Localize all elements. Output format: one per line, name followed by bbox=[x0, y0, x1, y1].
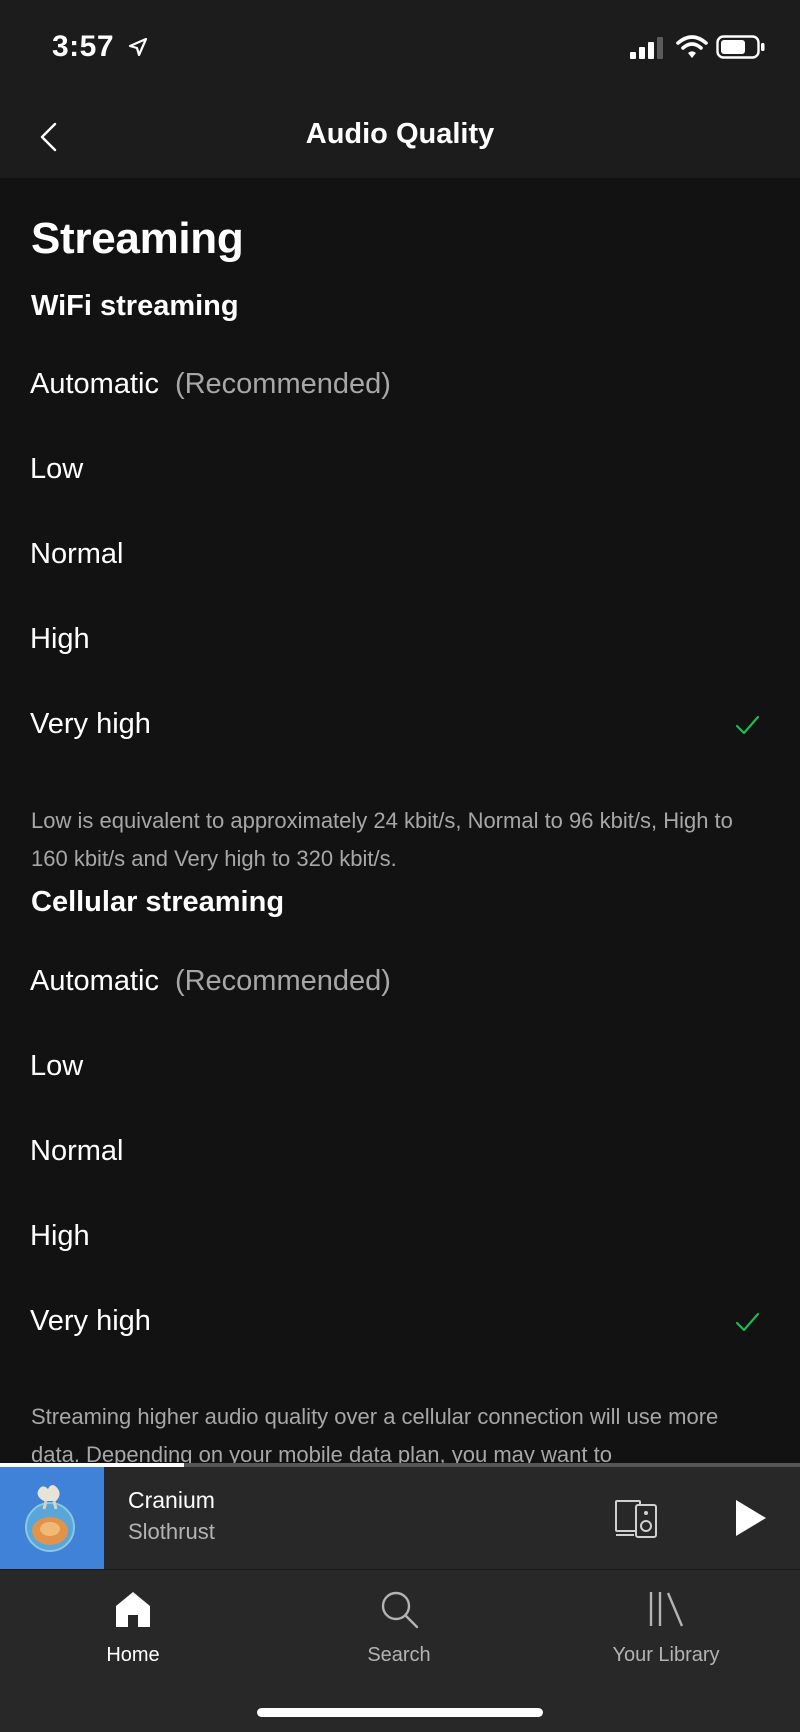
track-artist: Slothrust bbox=[128, 1519, 215, 1544]
devices-icon[interactable] bbox=[614, 1495, 662, 1541]
option-label: Low bbox=[30, 453, 84, 485]
option-label: Normal bbox=[30, 1135, 124, 1167]
library-icon bbox=[649, 1592, 684, 1627]
checkmark-icon bbox=[735, 715, 760, 735]
album-art bbox=[0, 1467, 104, 1569]
wifi-option-low[interactable]: Low bbox=[0, 431, 800, 511]
status-time: 3:57 bbox=[52, 30, 115, 63]
location-arrow-icon bbox=[128, 37, 148, 57]
home-icon bbox=[116, 1592, 150, 1627]
status-bar: 3:57 bbox=[0, 0, 800, 96]
search-icon bbox=[381, 1591, 419, 1629]
cellular-option-very-high[interactable]: Very high bbox=[0, 1283, 800, 1363]
option-label: Very high bbox=[30, 708, 151, 740]
play-icon[interactable] bbox=[726, 1495, 772, 1541]
nav-item-your-library[interactable]: Your Library bbox=[566, 1588, 766, 1678]
subsection-title-cellular: Cellular streaming bbox=[31, 886, 285, 918]
option-note: (Recommended) bbox=[174, 965, 391, 997]
mini-player[interactable]: Cranium Slothrust bbox=[0, 1467, 800, 1569]
option-label: Automatic (Recommended) bbox=[30, 368, 391, 400]
nav-label: Your Library bbox=[612, 1644, 720, 1666]
wifi-option-automatic[interactable]: Automatic (Recommended) bbox=[0, 346, 800, 426]
section-title-streaming: Streaming bbox=[31, 214, 244, 263]
cellular-option-normal[interactable]: Normal bbox=[0, 1113, 800, 1193]
cellular-option-automatic[interactable]: Automatic (Recommended) bbox=[0, 943, 800, 1023]
nav-label: Search bbox=[367, 1644, 431, 1666]
option-label: High bbox=[30, 1220, 90, 1252]
track-title: Cranium bbox=[128, 1487, 215, 1513]
nav-item-home[interactable]: Home bbox=[33, 1588, 233, 1678]
settings-content[interactable]: Streaming WiFi streaming Automatic (Recom… bbox=[0, 178, 800, 1463]
nav-item-search[interactable]: Search bbox=[299, 1588, 499, 1678]
top-header: Audio Quality bbox=[0, 96, 800, 178]
wifi-option-high[interactable]: High bbox=[0, 601, 800, 681]
album-art-image bbox=[0, 1467, 104, 1569]
option-label: Low bbox=[30, 1050, 84, 1082]
option-label: Very high bbox=[30, 1305, 151, 1337]
cellular-option-high[interactable]: High bbox=[0, 1198, 800, 1278]
cellular-signal-icon bbox=[630, 37, 663, 59]
cellular-option-low[interactable]: Low bbox=[0, 1028, 800, 1108]
checkmark-icon bbox=[735, 1312, 760, 1332]
page-title: Audio Quality bbox=[305, 118, 495, 150]
nav-label: Home bbox=[106, 1644, 160, 1666]
option-label: Normal bbox=[30, 538, 124, 570]
wifi-option-normal[interactable]: Normal bbox=[0, 516, 800, 596]
option-label: High bbox=[30, 623, 90, 655]
wifi-icon bbox=[676, 35, 708, 58]
cellular-quality-description: Streaming higher audio quality over a ce… bbox=[31, 1404, 719, 1463]
home-indicator bbox=[257, 1708, 543, 1717]
battery-icon bbox=[716, 35, 765, 59]
subsection-title-wifi: WiFi streaming bbox=[31, 290, 239, 322]
option-note: (Recommended) bbox=[174, 368, 391, 400]
option-label: Automatic (Recommended) bbox=[30, 965, 391, 997]
wifi-quality-description: Low is equivalent to approximately 24 kb… bbox=[31, 808, 733, 871]
wifi-option-very-high[interactable]: Very high bbox=[0, 686, 800, 766]
